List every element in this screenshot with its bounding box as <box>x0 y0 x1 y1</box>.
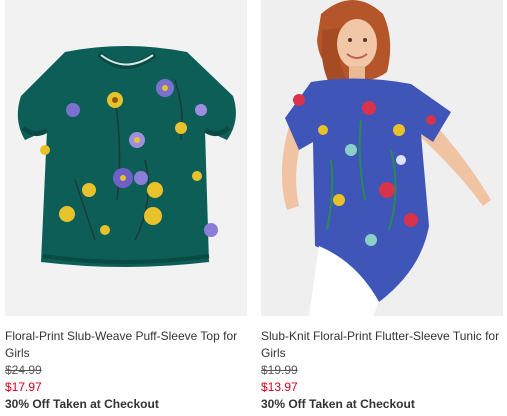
sale-price: $17.97 <box>5 380 42 394</box>
original-price: $19.99 <box>261 363 298 377</box>
product-image[interactable] <box>261 0 503 316</box>
girl-tunic-illustration <box>261 0 503 316</box>
product-image[interactable] <box>5 0 247 316</box>
original-price: $24.99 <box>5 363 42 377</box>
product-image-link[interactable] <box>5 0 247 316</box>
product-card[interactable]: Slub-Knit Floral-Print Flutter-Sleeve Tu… <box>261 0 503 413</box>
promo-text: 30% Off Taken at Checkout <box>261 397 415 411</box>
product-card[interactable]: Floral-Print Slub-Weave Puff-Sleeve Top … <box>5 0 247 413</box>
product-title[interactable]: Floral-Print Slub-Weave Puff-Sleeve Top … <box>5 328 247 362</box>
product-image-link[interactable] <box>261 0 503 316</box>
promo-text: 30% Off Taken at Checkout <box>5 397 159 411</box>
teal-top-illustration <box>5 0 247 316</box>
sale-price: $13.97 <box>261 380 298 394</box>
product-grid: Floral-Print Slub-Weave Puff-Sleeve Top … <box>0 0 507 416</box>
product-title[interactable]: Slub-Knit Floral-Print Flutter-Sleeve Tu… <box>261 328 503 362</box>
